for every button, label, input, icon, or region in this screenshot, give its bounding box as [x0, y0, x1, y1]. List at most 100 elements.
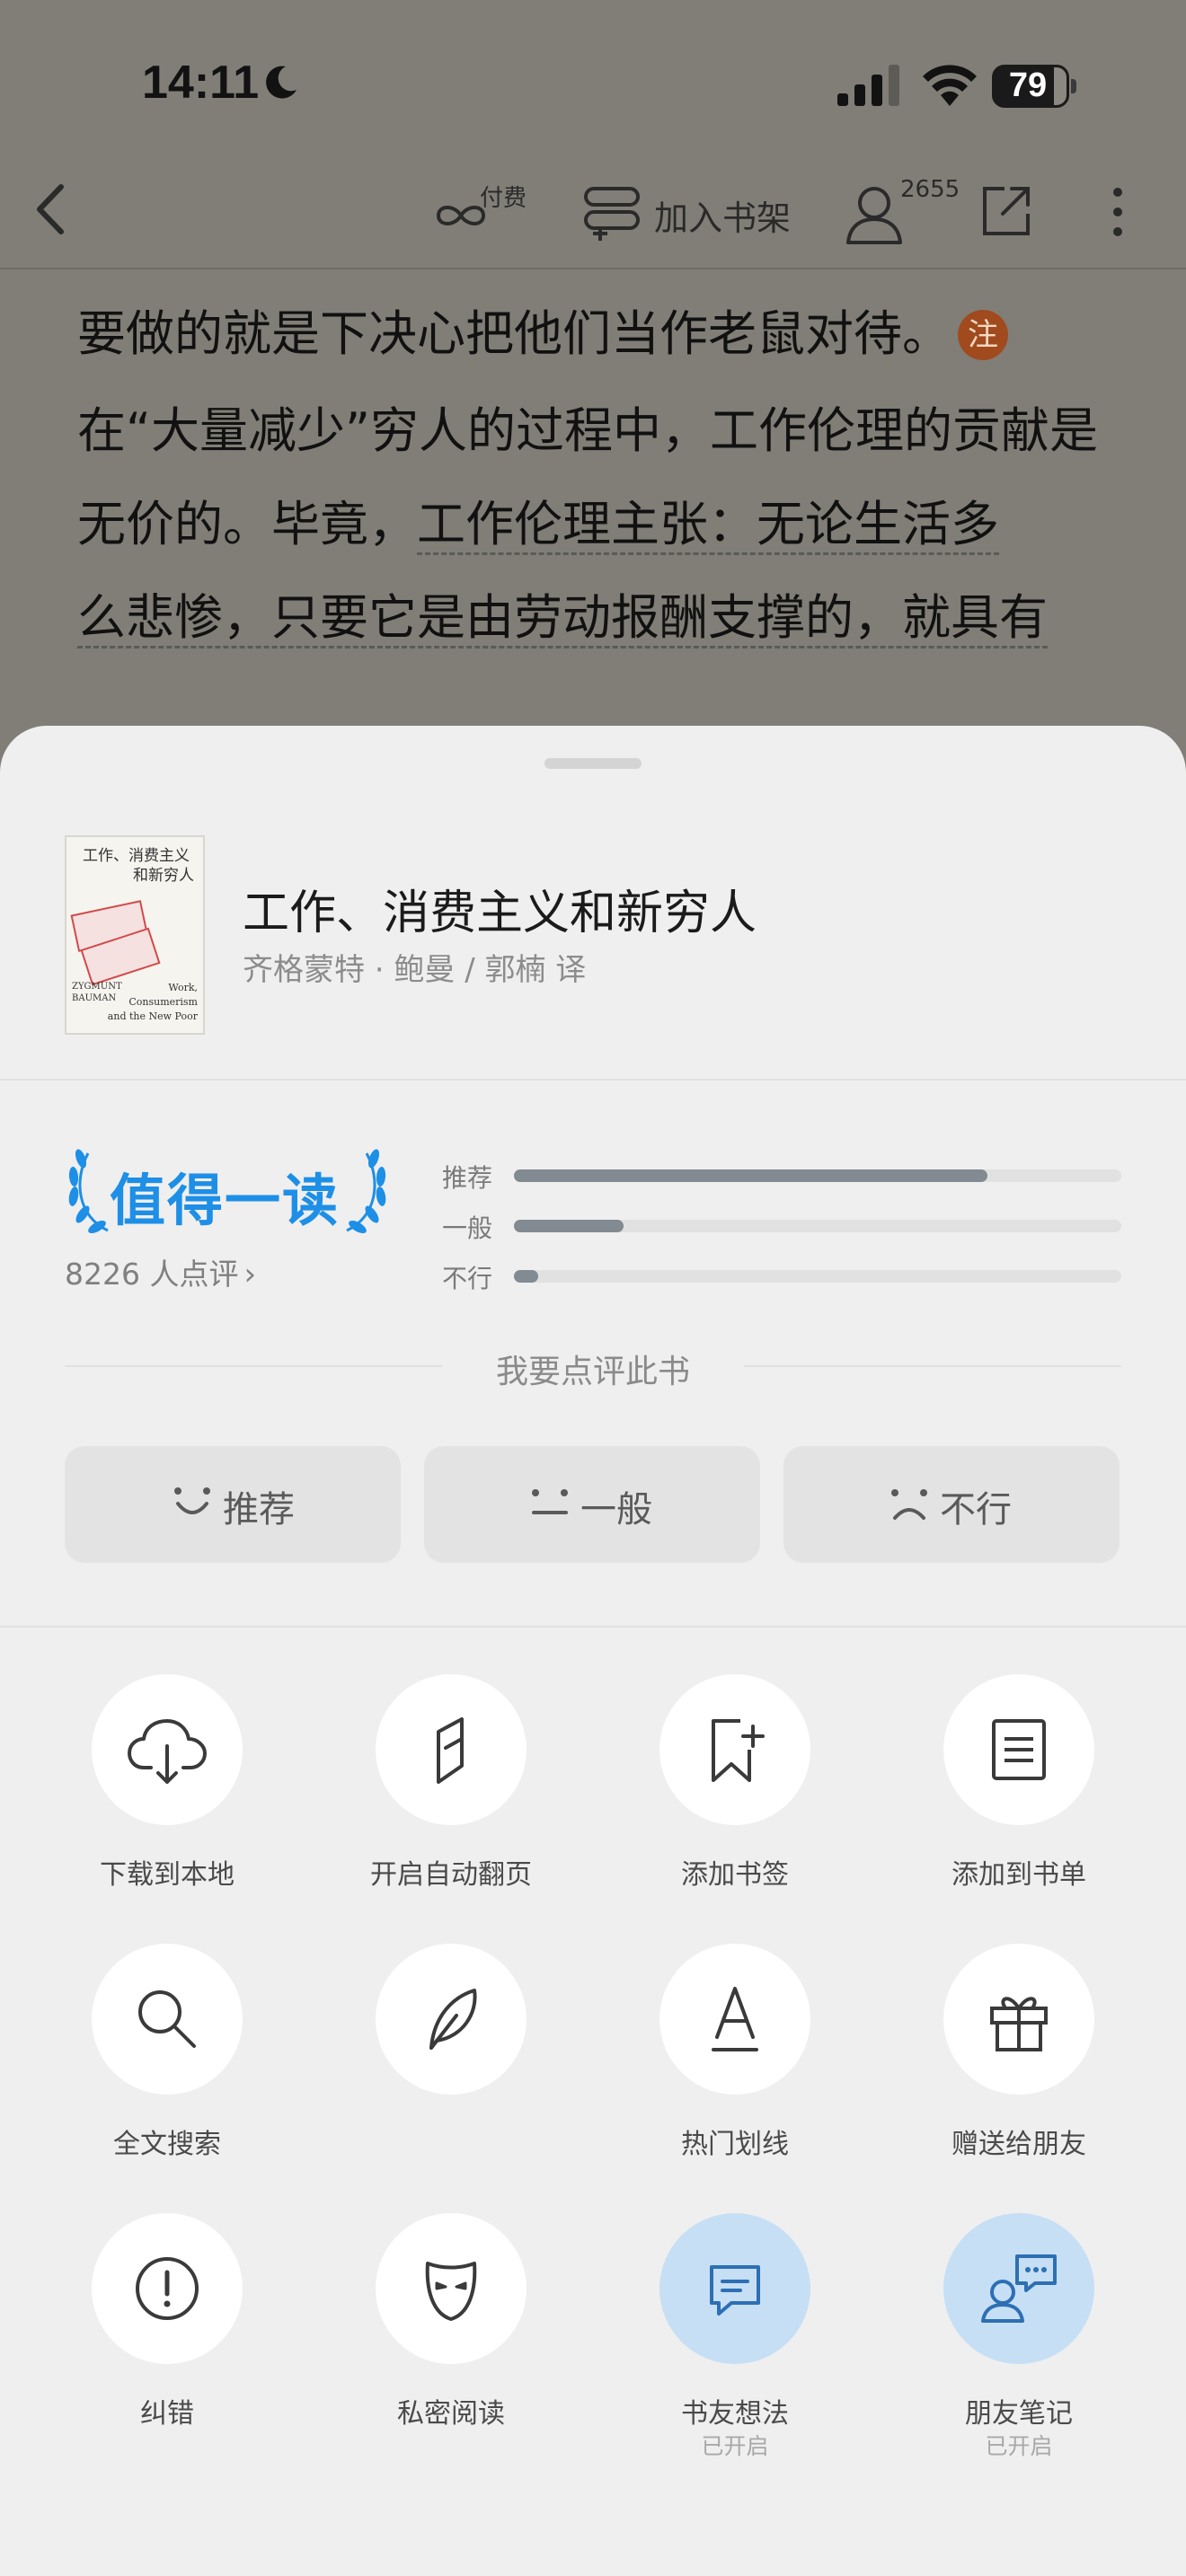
add-bookmark-button[interactable]: 添加书签	[623, 1674, 847, 1891]
rating-bar-label: 不行	[442, 1264, 493, 1293]
underline-a-icon	[712, 1987, 758, 2051]
add-to-shelf-button[interactable]: 加入书架	[580, 183, 796, 246]
paid-button[interactable]: 付费	[429, 180, 528, 243]
tool-label: 添加到书单	[951, 1859, 1086, 1891]
add-to-shelf-label: 加入书架	[654, 198, 792, 238]
cover-title-line: 和新穷人	[133, 867, 194, 885]
status-bar: 14:11 79	[0, 0, 1186, 171]
report-error-button[interactable]: 纠错	[55, 2213, 279, 2430]
write-thought-button[interactable]	[339, 1944, 563, 2156]
download-local-button[interactable]: 下载到本地	[55, 1674, 279, 1891]
tool-circle-active	[943, 2213, 1094, 2364]
bookshelf-add-icon	[584, 187, 640, 241]
cover-title-en-line: and the New Poor	[107, 1010, 198, 1022]
book-actions-sheet: 工作、消费主义 和新穷人 ZYGMUNT BAUMAN Work, Consum…	[0, 726, 1186, 2576]
rate-recommend-label: 推荐	[223, 1489, 295, 1531]
comment-icon	[710, 2265, 760, 2316]
cellular-signal-icon	[837, 65, 899, 106]
frown-icon	[891, 1489, 927, 1520]
divider	[0, 1626, 1186, 1628]
rate-neutral-button[interactable]: 一般	[424, 1446, 760, 1563]
tool-circle	[92, 1674, 243, 1825]
rating-bar-fill	[514, 1220, 624, 1232]
more-vertical-icon[interactable]	[1107, 185, 1128, 239]
chevron-right-icon: ›	[243, 1257, 257, 1292]
rate-prompt: 我要点评此书	[495, 1354, 690, 1390]
tool-circle	[376, 2213, 527, 2364]
rate-recommend-button[interactable]: 推荐	[65, 1446, 401, 1563]
search-icon	[138, 1990, 196, 2048]
battery-level: 79	[1008, 66, 1048, 104]
tool-label: 热门划线	[681, 2129, 789, 2160]
popular-underline[interactable]: 工作伦理主张：无论生活多	[417, 496, 999, 555]
tool-label: 开启自动翻页	[370, 1859, 532, 1891]
tool-circle	[659, 1944, 810, 2095]
wifi-icon	[923, 65, 977, 106]
book-title[interactable]: 工作、消费主义和新穷人	[243, 875, 757, 942]
reading-line: 要做的就是下决心把他们当作老鼠对待。	[77, 305, 951, 362]
reading-paragraph: 在“大量减少”穷人的过程中，工作伦理的贡献是无价的。毕竟，工作伦理主张：无论生活…	[77, 384, 1120, 665]
battery-indicator: 79	[992, 65, 1076, 108]
worth-reading-badge: 值得一读	[110, 1168, 341, 1233]
rating-bar-track	[514, 1270, 1121, 1283]
person-icon	[846, 187, 902, 244]
tool-label: 朋友笔记	[965, 2398, 1073, 2430]
rating-bar-label: 一般	[442, 1213, 493, 1243]
review-count: 8226 人点评	[65, 1257, 239, 1292]
tool-label: 赠送给朋友	[951, 2129, 1086, 2160]
reading-paragraph: 要做的就是下决心把他们当作老鼠对待。注	[77, 289, 1120, 379]
feather-icon	[429, 1989, 477, 2050]
share-icon[interactable]	[978, 183, 1035, 241]
sheet-grabber[interactable]	[544, 758, 642, 769]
book-cover[interactable]: 工作、消费主义 和新穷人 ZYGMUNT BAUMAN Work, Consum…	[65, 835, 205, 1035]
rate-dislike-button[interactable]: 不行	[783, 1446, 1120, 1563]
cloud-download-icon	[128, 1719, 207, 1784]
bookmark-add-icon	[712, 1719, 765, 1782]
tool-circle	[943, 1944, 1094, 2095]
rate-neutral-label: 一般	[580, 1489, 652, 1531]
tool-circle	[659, 1674, 810, 1825]
cover-title-line: 工作、消费主义	[83, 847, 190, 865]
tool-circle	[376, 1944, 527, 2095]
tool-status: 已开启	[701, 2433, 769, 2459]
mask-icon	[425, 2262, 477, 2321]
footnote-badge[interactable]: 注	[958, 310, 1008, 360]
rating-bar-label: 推荐	[442, 1163, 493, 1193]
rating-bar-fill	[514, 1270, 539, 1283]
popular-underline[interactable]: 么悲惨，只要它是由劳动报酬支撑的，就具有	[77, 589, 1048, 648]
gift-to-friend-button[interactable]: 赠送给朋友	[907, 1944, 1131, 2160]
add-to-booklist-button[interactable]: 添加到书单	[907, 1674, 1131, 1891]
cover-title-en-line: Consumerism	[128, 996, 198, 1008]
tool-status: 已开启	[985, 2433, 1053, 2459]
cover-title-en-line: Work,	[168, 982, 198, 993]
auto-page-icon	[437, 1717, 464, 1784]
tool-label: 下载到本地	[100, 1859, 235, 1891]
tool-circle	[376, 1674, 527, 1825]
full-text-search-button[interactable]: 全文搜索	[55, 1944, 279, 2160]
tool-label: 全文搜索	[113, 2129, 221, 2160]
neutral-face-icon	[532, 1489, 568, 1514]
reader-thoughts-toggle[interactable]: 书友想法 已开启	[623, 2213, 847, 2461]
tool-label: 私密阅读	[397, 2398, 505, 2430]
booklist-icon	[992, 1719, 1046, 1780]
back-chevron-icon[interactable]	[27, 178, 72, 241]
rating-bar-track	[514, 1169, 1121, 1182]
auto-page-turn-button[interactable]: 开启自动翻页	[339, 1674, 563, 1891]
readers-button[interactable]: 2655	[845, 176, 961, 248]
book-author[interactable]: 齐格蒙特 · 鲍曼 / 郭楠 译	[243, 945, 586, 989]
private-reading-button[interactable]: 私密阅读	[339, 2213, 563, 2430]
tool-circle	[92, 1944, 243, 2095]
smile-icon	[174, 1487, 210, 1514]
reader-count: 2655	[900, 176, 960, 203]
review-count-link[interactable]: 8226 人点评 ›	[65, 1250, 256, 1293]
friends-notes-icon	[981, 2254, 1057, 2323]
tool-circle-active	[659, 2213, 810, 2364]
divider	[0, 1079, 1186, 1081]
tool-circle	[943, 1674, 1094, 1825]
popular-highlights-button[interactable]: 热门划线	[623, 1944, 847, 2160]
rate-dislike-label: 不行	[940, 1489, 1012, 1531]
do-not-disturb-moon-icon	[266, 66, 296, 99]
cover-title-en: Work, Consumerism and the New Poor	[108, 981, 198, 1024]
tool-label: 添加书签	[681, 1859, 789, 1891]
friend-notes-toggle[interactable]: 朋友笔记 已开启	[907, 2213, 1131, 2461]
